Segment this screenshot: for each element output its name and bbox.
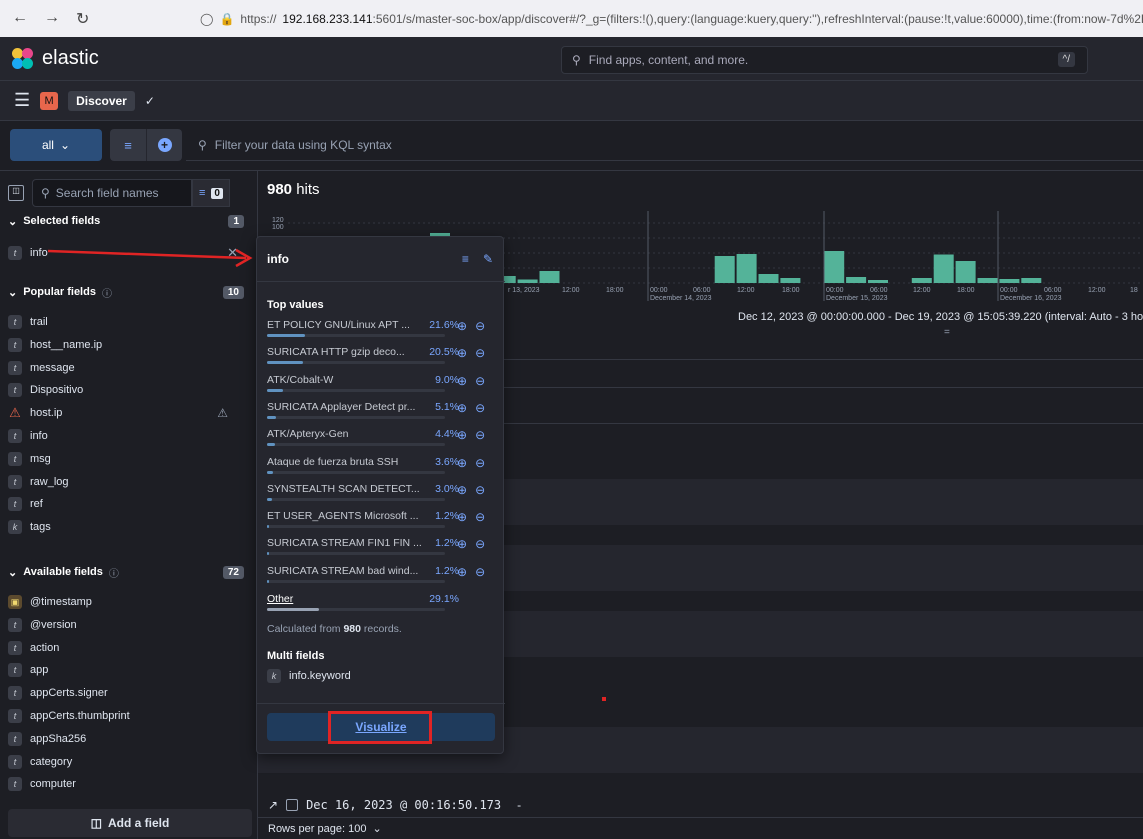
annotation-highlight-box (328, 711, 432, 744)
annotation-arrow (47, 248, 253, 268)
annotation-arrow-line (47, 249, 247, 260)
